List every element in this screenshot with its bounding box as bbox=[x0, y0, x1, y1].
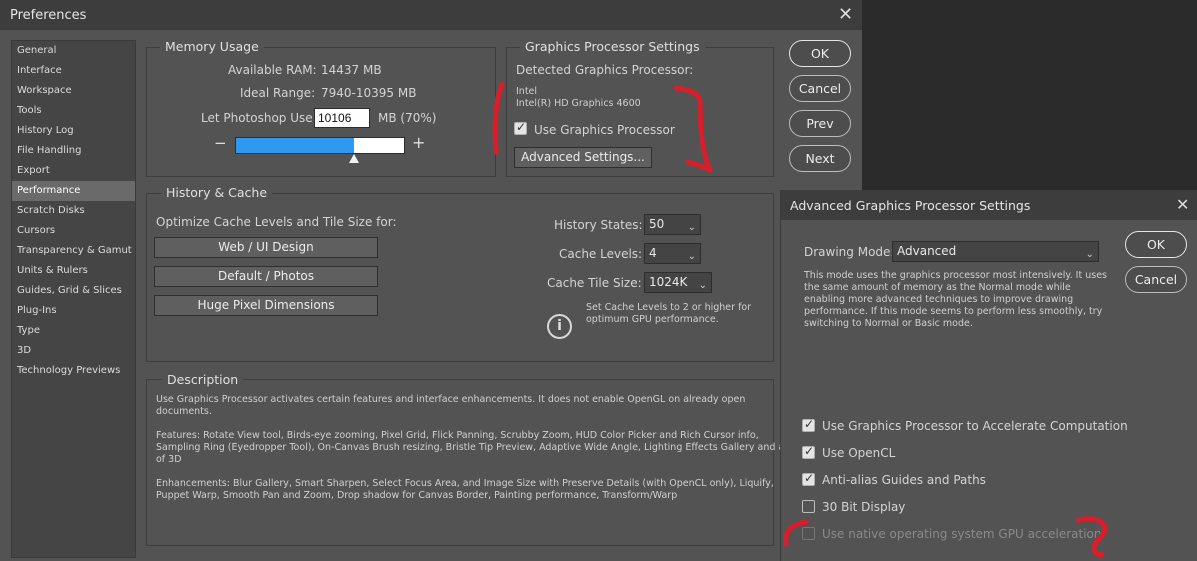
plus-icon: + bbox=[412, 133, 426, 152]
description-line: documents. bbox=[156, 406, 212, 417]
description-line: Features: Rotate View tool, Birds-eye zo… bbox=[156, 430, 759, 441]
sidebar-item-3d[interactable]: 3D bbox=[12, 341, 135, 361]
cancel-button[interactable]: Cancel bbox=[789, 75, 851, 102]
default-photos-button[interactable]: Default / Photos bbox=[154, 266, 378, 287]
accelerate-computation-checkbox[interactable] bbox=[802, 417, 815, 432]
red-question-mark bbox=[1075, 516, 1108, 558]
ideal-range-label: Ideal Range: bbox=[240, 86, 316, 100]
red-annotation-marks-bottom bbox=[783, 516, 1108, 558]
advanced-title-bar: Advanced Graphics Processor Settings ✕ bbox=[781, 190, 1197, 220]
anti-alias-checkbox[interactable] bbox=[802, 471, 815, 486]
sidebar-item-workspace[interactable]: Workspace bbox=[12, 81, 135, 101]
history-states-select[interactable]: 50 ⌄ bbox=[644, 214, 701, 235]
sidebar-item-technology-previews[interactable]: Technology Previews bbox=[12, 361, 135, 381]
sidebar-item-units-rulers[interactable]: Units & Rulers bbox=[12, 261, 135, 281]
memory-slider-thumb[interactable] bbox=[349, 154, 359, 163]
red-bracket-left-bottom bbox=[783, 519, 809, 547]
memory-unit-label: MB (70%) bbox=[378, 111, 437, 125]
minus-icon: − bbox=[214, 134, 227, 152]
title-bar: Preferences ✕ bbox=[0, 0, 862, 30]
description-line: of 3D bbox=[156, 454, 182, 465]
history-states-label: History States: bbox=[554, 218, 643, 232]
description-line: Use Graphics Processor activates certain… bbox=[156, 394, 746, 405]
mode-description-line: the same amount of memory as the Normal … bbox=[804, 282, 1071, 293]
chevron-down-icon: ⌄ bbox=[687, 222, 696, 233]
red-bracket-left bbox=[492, 81, 505, 155]
huge-pixel-dimensions-button[interactable]: Huge Pixel Dimensions bbox=[154, 295, 378, 316]
sidebar-item-history-log[interactable]: History Log bbox=[12, 121, 135, 141]
optimize-label: Optimize Cache Levels and Tile Size for: bbox=[156, 215, 397, 229]
red-bracket-right bbox=[673, 85, 713, 173]
description-title: Description bbox=[162, 372, 244, 387]
sidebar-item-scratch-disks[interactable]: Scratch Disks bbox=[12, 201, 135, 221]
chevron-down-icon: ⌄ bbox=[698, 280, 707, 291]
cache-levels-select[interactable]: 4 ⌄ bbox=[644, 243, 701, 264]
cache-info-text-2: optimum GPU performance. bbox=[586, 314, 719, 325]
use-opencl-label: Use OpenCL bbox=[822, 446, 896, 460]
memory-slider[interactable] bbox=[235, 137, 405, 154]
mode-description-line: switching to Normal or Basic mode. bbox=[804, 318, 973, 329]
use-opencl-checkbox[interactable] bbox=[802, 444, 815, 459]
description-line: Enhancements: Blur Gallery, Smart Sharpe… bbox=[156, 478, 774, 489]
close-icon[interactable]: ✕ bbox=[1176, 196, 1189, 214]
red-annotation-marks bbox=[492, 81, 713, 173]
sidebar-item-performance[interactable]: Performance bbox=[12, 181, 135, 201]
preferences-sidebar: General Interface Workspace Tools Histor… bbox=[11, 40, 136, 558]
window-title: Preferences bbox=[10, 8, 87, 23]
sidebar-item-transparency-gamut[interactable]: Transparency & Gamut bbox=[12, 241, 135, 261]
info-icon: i bbox=[547, 314, 572, 339]
description-line: Puppet Warp, Smooth Pan and Zoom, Drop s… bbox=[156, 490, 678, 501]
sidebar-item-guides-grid-slices[interactable]: Guides, Grid & Slices bbox=[12, 281, 135, 301]
sidebar-item-tools[interactable]: Tools bbox=[12, 101, 135, 121]
history-cache-title: History & Cache bbox=[161, 185, 273, 200]
close-icon[interactable]: ✕ bbox=[838, 6, 853, 24]
chevron-down-icon: ⌄ bbox=[1085, 249, 1094, 260]
sidebar-item-cursors[interactable]: Cursors bbox=[12, 221, 135, 241]
cache-tile-size-select[interactable]: 1024K ⌄ bbox=[644, 272, 712, 293]
description-line: Sampling Ring (Eyedropper Tool), On-Canv… bbox=[156, 442, 790, 453]
sidebar-item-type[interactable]: Type bbox=[12, 321, 135, 341]
ideal-range-value: 7940-10395 MB bbox=[321, 86, 417, 100]
cache-tile-size-label: Cache Tile Size: bbox=[547, 276, 642, 290]
memory-amount-input[interactable] bbox=[314, 108, 370, 128]
advanced-cancel-button[interactable]: Cancel bbox=[1125, 266, 1187, 293]
drawing-mode-label: Drawing Mode: bbox=[804, 245, 895, 259]
accelerate-computation-label: Use Graphics Processor to Accelerate Com… bbox=[822, 419, 1128, 433]
mode-description-line: performance. If this mode seems to perfo… bbox=[804, 306, 1103, 317]
prev-button[interactable]: Prev bbox=[789, 110, 851, 137]
web-ui-design-button[interactable]: Web / UI Design bbox=[154, 237, 378, 258]
chevron-down-icon: ⌄ bbox=[687, 251, 696, 262]
drawing-mode-value: Advanced bbox=[897, 244, 957, 258]
drawing-mode-select[interactable]: Advanced ⌄ bbox=[892, 241, 1099, 262]
graphics-processor-title: Graphics Processor Settings bbox=[520, 39, 705, 54]
advanced-gpu-dialog: Advanced Graphics Processor Settings ✕ D… bbox=[780, 190, 1197, 561]
advanced-dialog-title: Advanced Graphics Processor Settings bbox=[790, 198, 1031, 213]
ok-button[interactable]: OK bbox=[789, 40, 851, 67]
next-button[interactable]: Next bbox=[789, 145, 851, 172]
sidebar-item-plug-ins[interactable]: Plug-Ins bbox=[12, 301, 135, 321]
cache-levels-value: 4 bbox=[649, 246, 657, 260]
preferences-window: Preferences ✕ General Interface Workspac… bbox=[0, 0, 862, 561]
cache-tile-size-value: 1024K bbox=[649, 275, 688, 289]
cache-levels-label: Cache Levels: bbox=[559, 247, 643, 261]
mode-description-line: enabling more advanced techniques to imp… bbox=[804, 294, 1074, 305]
let-photoshop-use-label: Let Photoshop Use: bbox=[201, 111, 317, 125]
sidebar-item-export[interactable]: Export bbox=[12, 161, 135, 181]
memory-usage-title: Memory Usage bbox=[160, 39, 264, 54]
advanced-ok-button[interactable]: OK bbox=[1125, 231, 1187, 258]
cache-info-text-1: Set Cache Levels to 2 or higher for bbox=[586, 302, 752, 313]
sidebar-item-interface[interactable]: Interface bbox=[12, 61, 135, 81]
sidebar-item-file-handling[interactable]: File Handling bbox=[12, 141, 135, 161]
anti-alias-label: Anti-alias Guides and Paths bbox=[822, 473, 986, 487]
available-ram-value: 14437 MB bbox=[321, 63, 382, 77]
sidebar-item-general[interactable]: General bbox=[12, 41, 135, 61]
mode-description-line: This mode uses the graphics processor mo… bbox=[804, 270, 1107, 281]
available-ram-label: Available RAM: bbox=[228, 63, 317, 77]
history-states-value: 50 bbox=[649, 217, 665, 231]
memory-slider-fill bbox=[236, 138, 354, 153]
